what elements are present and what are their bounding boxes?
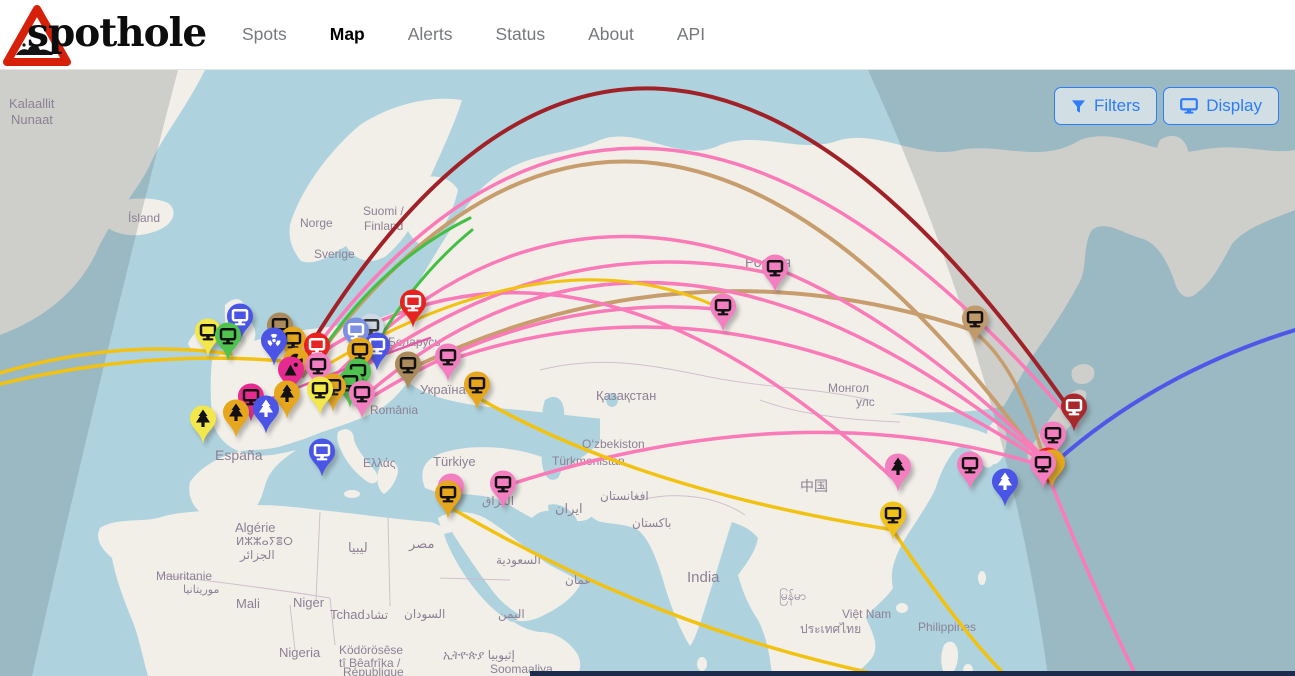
nav-item-about[interactable]: About: [588, 24, 634, 45]
map-label: Nigeria: [279, 645, 321, 660]
map-label: O‘zbekiston: [582, 437, 645, 451]
map-label: Қазақстан: [596, 388, 656, 403]
nav-item-spots[interactable]: Spots: [242, 24, 287, 45]
map-label: România: [370, 403, 418, 417]
map-label: India: [687, 569, 720, 586]
navbar: spothole Spots Map Alerts Status About A…: [0, 0, 1295, 70]
filter-funnel-icon: [1071, 99, 1086, 114]
filters-button[interactable]: Filters: [1054, 87, 1157, 125]
map-label: улс: [856, 395, 875, 409]
map-label: Mauritanie: [156, 569, 212, 583]
map-label: باكستان: [632, 516, 672, 530]
map-label: Sverige: [314, 247, 355, 261]
main-nav: Spots Map Alerts Status About API: [242, 24, 705, 45]
nav-item-alerts[interactable]: Alerts: [408, 24, 453, 45]
nav-item-status[interactable]: Status: [495, 24, 545, 45]
map-label: Türkiye: [433, 454, 476, 469]
map-label: Ísland: [128, 210, 160, 225]
map-label: الجزائر: [239, 548, 275, 563]
map-label: السعودية: [496, 553, 541, 568]
map-label: اليمن: [498, 607, 525, 622]
map-label: السودان: [404, 607, 445, 622]
map-label: ايران: [555, 501, 583, 517]
map-canvas[interactable]: KalaallitNunaatÍslandNorgeSuomi /Finland…: [0, 70, 1295, 676]
map-label: Suomi /: [363, 204, 404, 218]
brand-name[interactable]: spothole: [27, 10, 206, 56]
map-label: Algérie: [235, 520, 275, 535]
brand-logo[interactable]: spothole: [0, 0, 230, 70]
map-label: Ελλάς: [363, 456, 396, 470]
map-label: Norge: [300, 216, 333, 230]
map-label: ኢትዮጵያ إثيوبيا: [443, 648, 515, 663]
map-label: Niger: [293, 595, 325, 610]
map-label: Nunaat: [11, 112, 53, 127]
display-monitor-icon: [1180, 98, 1198, 114]
map-label: Tchad: [330, 607, 365, 622]
map-label: Kalaallit: [9, 96, 55, 111]
map-label: Việt Nam: [842, 607, 891, 621]
map-label: Україна: [420, 382, 467, 397]
map-label: Монгол: [828, 381, 869, 395]
map-label: افغانستان: [600, 489, 649, 503]
map-label: ⵍⵣⵣⴰⵢⴻⵔ: [236, 536, 293, 548]
map-label: تشاد: [365, 608, 388, 622]
map-label: 中国: [800, 478, 828, 494]
map-label: ليبيا: [348, 540, 368, 555]
map-label: مصر: [408, 536, 434, 552]
map-controls: Filters Display: [1054, 87, 1279, 125]
map-label: موريتانيا: [183, 584, 219, 596]
map-label: ประเทศไทย: [800, 622, 861, 636]
nav-item-map[interactable]: Map: [330, 24, 365, 45]
nav-item-api[interactable]: API: [677, 24, 705, 45]
footer-strip: [530, 671, 1295, 676]
map-label: Ködörösêse: [339, 643, 403, 657]
map-label: España: [215, 447, 263, 463]
display-button[interactable]: Display: [1163, 87, 1279, 125]
map-label: République: [343, 665, 404, 676]
map-label: Mali: [236, 596, 260, 611]
